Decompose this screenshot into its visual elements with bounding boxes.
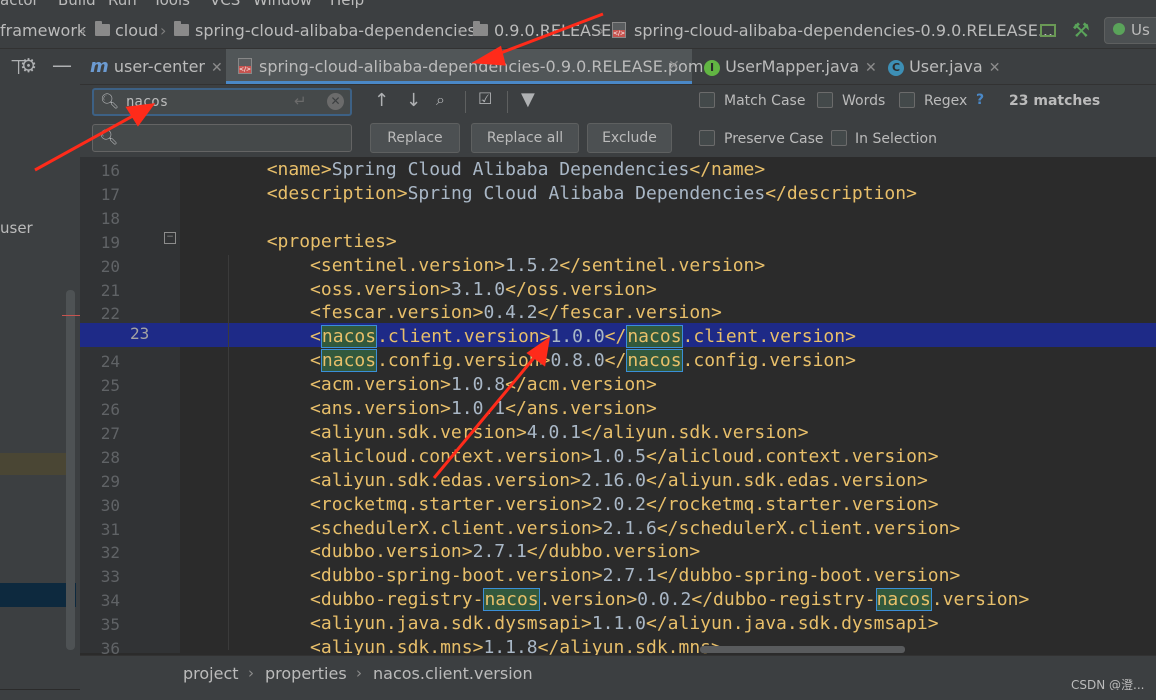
arrowhead-icon xyxy=(471,45,506,66)
arrowhead-icon xyxy=(125,103,156,127)
annotation-arrow-line23 xyxy=(432,352,540,479)
annotation-arrow-search xyxy=(34,110,141,172)
annotation-arrow-tab xyxy=(489,12,604,59)
annotation-arrows xyxy=(34,12,604,479)
